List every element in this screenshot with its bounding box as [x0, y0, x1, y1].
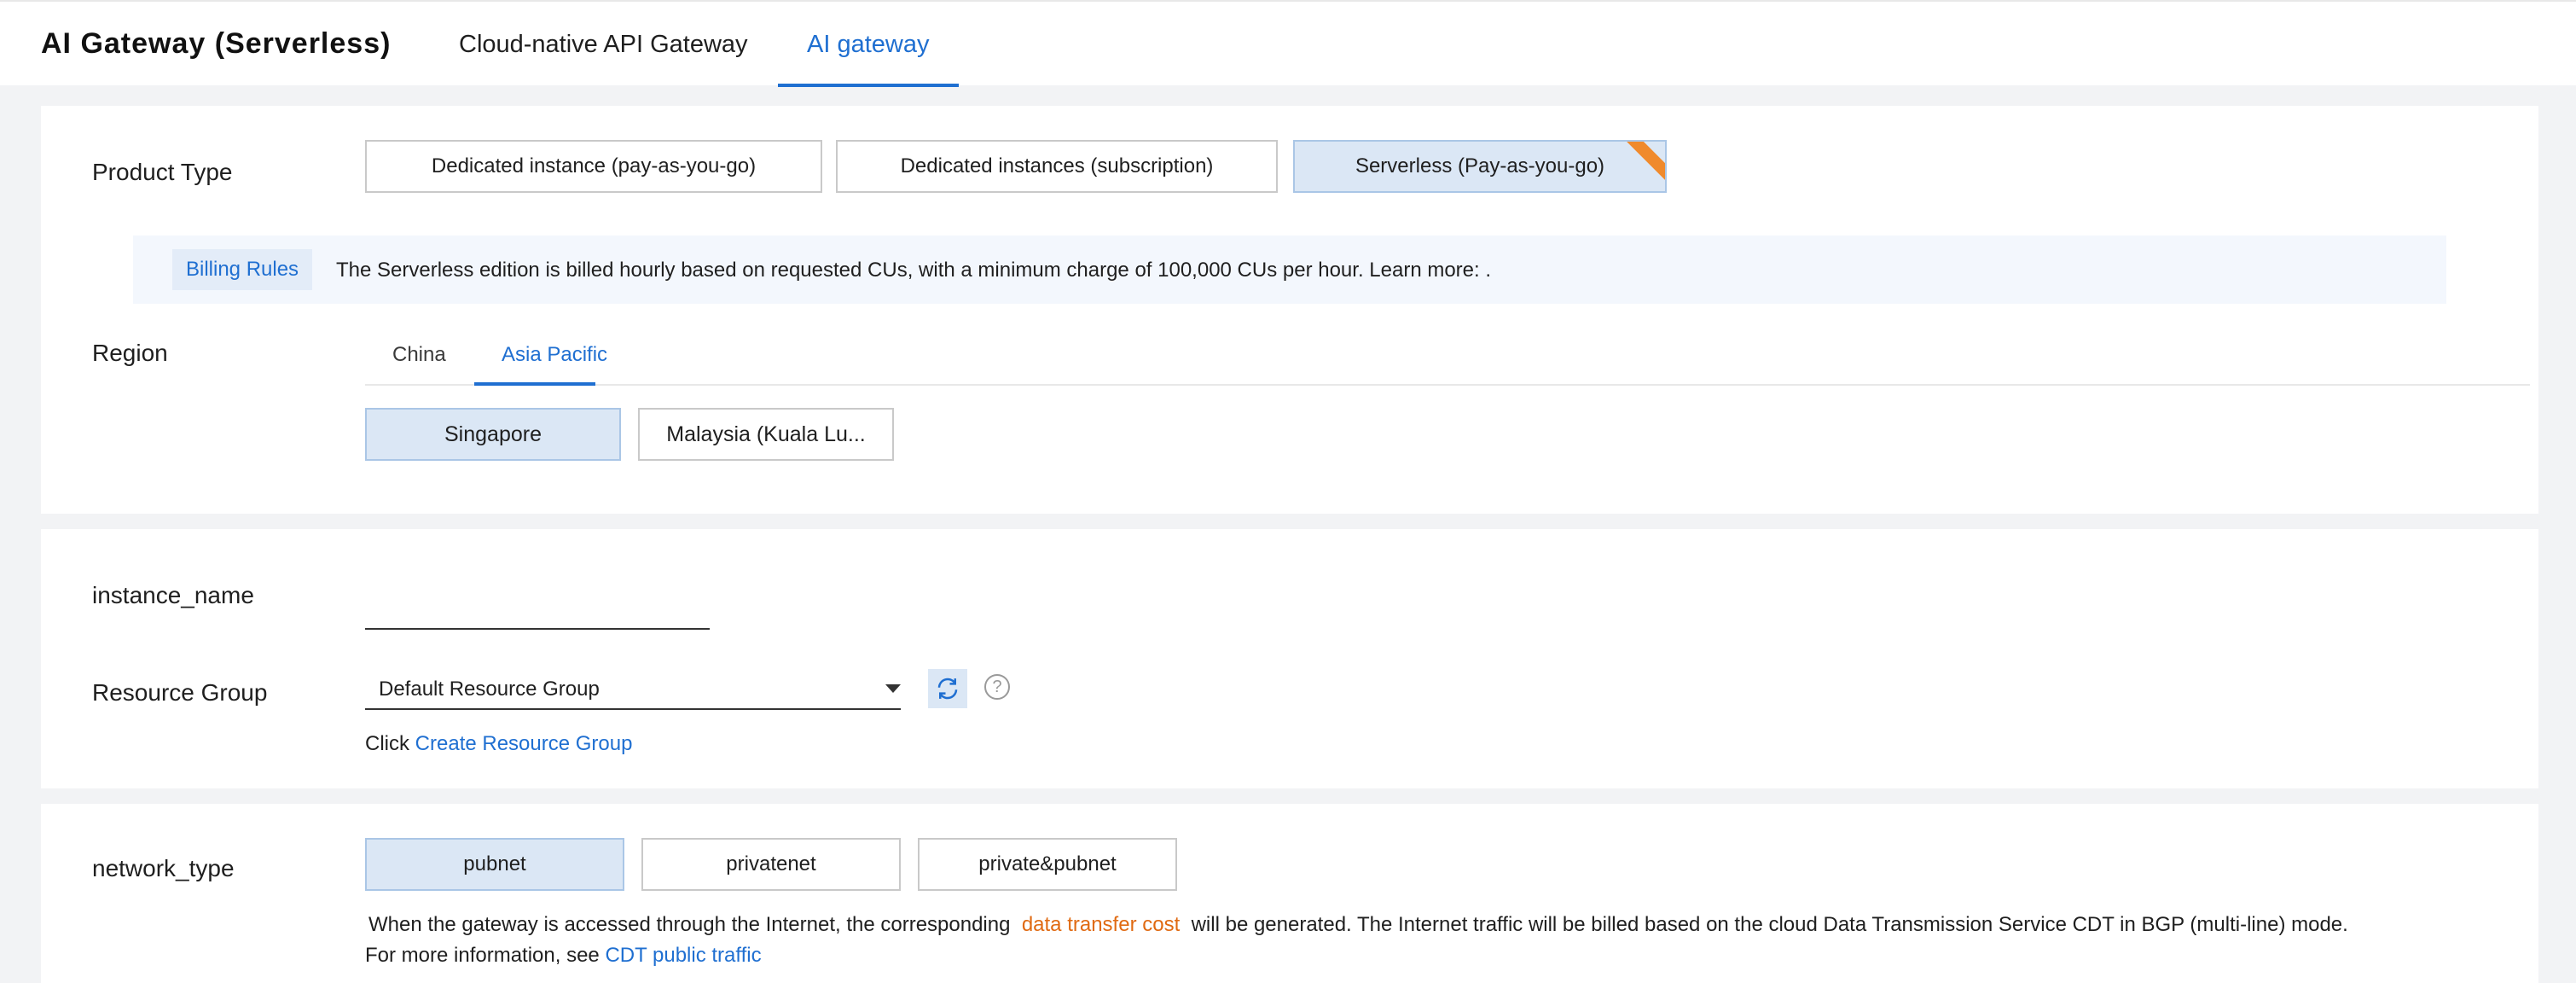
- tab-ai-gateway[interactable]: AI gateway: [807, 31, 929, 59]
- app-title: AI Gateway (Serverless): [41, 27, 392, 60]
- top-nav-bar: AI Gateway (Serverless) Cloud-native API…: [0, 0, 2576, 87]
- product-region-card: Product Type Dedicated instance (pay-as-…: [41, 106, 2538, 514]
- network-option-pubnet[interactable]: pubnet: [365, 838, 624, 891]
- resource-group-label: Resource Group: [92, 679, 268, 706]
- refresh-icon: [937, 678, 958, 700]
- caret-down-icon: [885, 684, 901, 693]
- product-type-label: Product Type: [92, 159, 233, 185]
- network-card: network_type pubnet privatenet private&p…: [41, 804, 2538, 983]
- instance-config-card: instance_name Resource Group Default Res…: [41, 529, 2538, 788]
- network-description: When the gateway is accessed through the…: [368, 913, 2348, 937]
- region-tab-asia-pacific[interactable]: Asia Pacific: [502, 343, 607, 367]
- instance-name-label: instance_name: [92, 582, 254, 608]
- active-tab-indicator: [778, 84, 959, 87]
- region-option-malaysia[interactable]: Malaysia (Kuala Lu...: [638, 408, 894, 461]
- help-icon[interactable]: ?: [984, 674, 1010, 700]
- region-option-singapore[interactable]: Singapore: [365, 408, 621, 461]
- billing-rules-notice: Billing Rules The Serverless edition is …: [133, 236, 2446, 304]
- option-serverless-label: Serverless (Pay-as-you-go): [1355, 154, 1605, 177]
- more-info-prefix: For more information, see: [365, 944, 600, 967]
- network-desc-after: will be generated. The Internet traffic …: [1191, 913, 2348, 936]
- option-dedicated-pay-as-you-go[interactable]: Dedicated instance (pay-as-you-go): [365, 140, 822, 193]
- cdt-public-traffic-link[interactable]: CDT public traffic: [605, 944, 761, 967]
- create-resource-group-link[interactable]: Create Resource Group: [415, 732, 633, 755]
- billing-rules-tag: Billing Rules: [172, 249, 313, 290]
- network-option-private-and-pubnet[interactable]: private&pubnet: [918, 838, 1177, 891]
- tab-cloud-native-api-gateway[interactable]: Cloud-native API Gateway: [459, 31, 748, 59]
- corner-ribbon-icon: [1621, 142, 1665, 182]
- region-label: Region: [92, 340, 168, 366]
- resource-group-select[interactable]: Default Resource Group: [365, 666, 901, 710]
- instance-name-input[interactable]: [365, 584, 710, 630]
- network-more-info: For more information, see CDT public tra…: [365, 944, 762, 968]
- create-resource-group-hint: Click Create Resource Group: [365, 732, 632, 756]
- option-dedicated-subscription[interactable]: Dedicated instances (subscription): [836, 140, 1278, 193]
- network-type-label: network_type: [92, 855, 235, 881]
- region-active-tab-indicator: [474, 382, 595, 386]
- data-transfer-cost-link[interactable]: data transfer cost: [1022, 913, 1180, 936]
- refresh-resource-group-button[interactable]: [928, 669, 967, 708]
- network-option-privatenet[interactable]: privatenet: [641, 838, 901, 891]
- hint-prefix: Click: [365, 732, 409, 755]
- network-desc-before: When the gateway is accessed through the…: [368, 913, 1011, 936]
- billing-rules-text: The Serverless edition is billed hourly …: [336, 259, 1492, 282]
- resource-group-selected-value: Default Resource Group: [379, 678, 600, 701]
- region-tab-china[interactable]: China: [392, 343, 446, 367]
- option-serverless-pay-as-you-go[interactable]: Serverless (Pay-as-you-go): [1293, 140, 1667, 193]
- region-tab-divider: [365, 384, 2530, 386]
